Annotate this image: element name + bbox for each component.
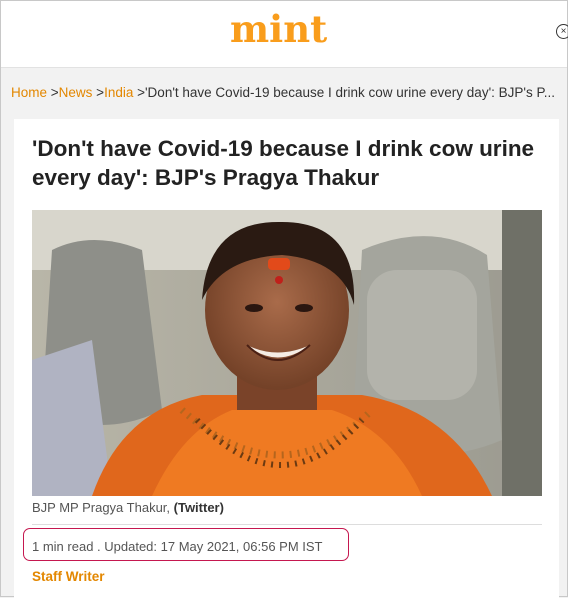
caption-credit: (Twitter)	[173, 500, 224, 515]
breadcrumb-home[interactable]: Home	[11, 85, 47, 100]
breadcrumb-separator: >	[47, 85, 59, 100]
breadcrumb-separator: >	[92, 85, 105, 100]
breadcrumb: Home >News >India >'Don't have Covid-19 …	[11, 85, 559, 100]
site-header: mint ×	[1, 1, 568, 68]
close-icon[interactable]: ×	[556, 24, 568, 39]
breadcrumb-india[interactable]: India	[104, 85, 133, 100]
photo-caption: BJP MP Pragya Thakur, (Twitter)	[32, 500, 224, 515]
breadcrumb-separator: >	[133, 85, 145, 100]
breadcrumb-news[interactable]: News	[59, 85, 93, 100]
article-card: 'Don't have Covid-19 because I drink cow…	[14, 119, 559, 598]
article-title: 'Don't have Covid-19 because I drink cow…	[32, 136, 535, 190]
author-link[interactable]: Staff Writer	[32, 569, 105, 584]
divider	[32, 524, 542, 525]
caption-text: BJP MP Pragya Thakur,	[32, 500, 174, 515]
breadcrumb-current: 'Don't have Covid-19 because I drink cow…	[144, 85, 556, 100]
article-photo[interactable]	[32, 210, 542, 496]
mint-logo[interactable]: mint	[230, 7, 327, 51]
photo-illustration	[32, 210, 542, 496]
article-meta: 1 min read . Updated: 17 May 2021, 06:56…	[32, 539, 323, 554]
